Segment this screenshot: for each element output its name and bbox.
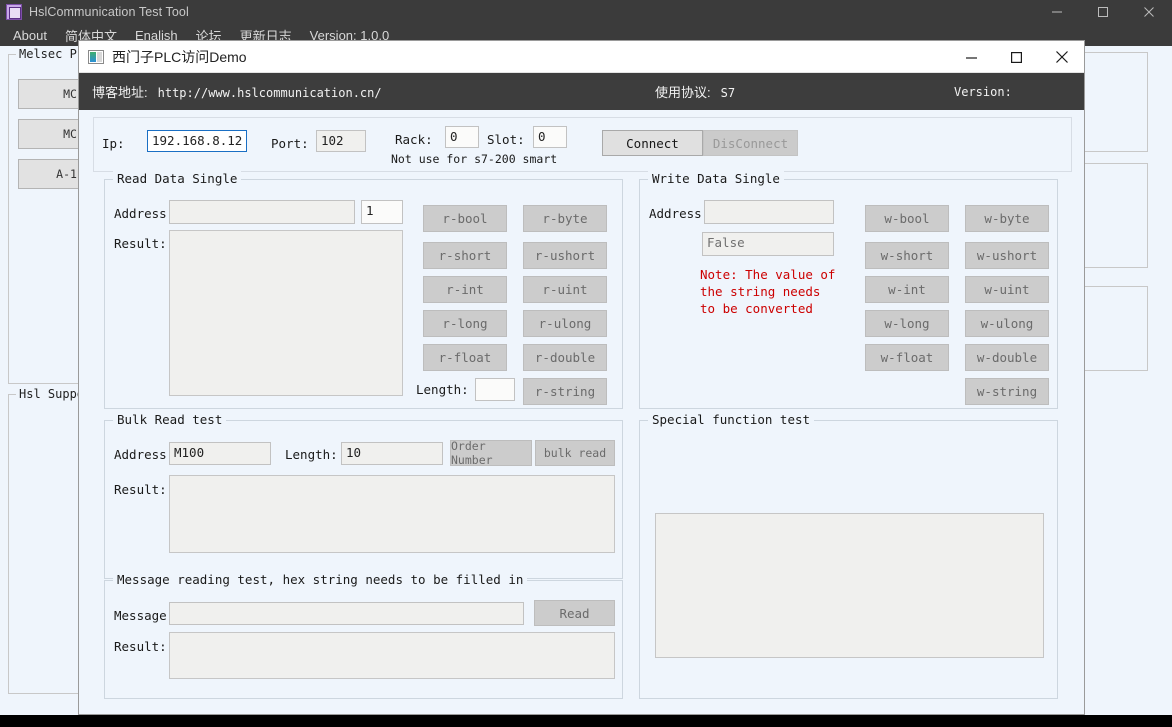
bulk-length-input[interactable]: 10 bbox=[341, 442, 443, 465]
main-window-title: HslCommunication Test Tool bbox=[29, 5, 189, 19]
message-reading-test-group: Message reading test, hex string needs t… bbox=[104, 572, 623, 699]
protocol-group: 使用协议: S7 bbox=[655, 82, 735, 101]
message-result-textarea[interactable] bbox=[169, 632, 615, 679]
rack-label: Rack: bbox=[395, 132, 433, 147]
w-float-button[interactable]: w-float bbox=[865, 344, 949, 371]
connect-button[interactable]: Connect bbox=[602, 130, 703, 156]
dialog-minimize-icon[interactable] bbox=[949, 41, 994, 73]
w-bool-button[interactable]: w-bool bbox=[865, 205, 949, 232]
bulk-result-textarea[interactable] bbox=[169, 475, 615, 553]
w-ulong-button[interactable]: w-ulong bbox=[965, 310, 1049, 337]
w-short-button[interactable]: w-short bbox=[865, 242, 949, 269]
w-int-button[interactable]: w-int bbox=[865, 276, 949, 303]
read-result-textarea[interactable] bbox=[169, 230, 403, 396]
read-result-label: Result: bbox=[114, 236, 167, 251]
read-length-label: Length: bbox=[416, 382, 469, 397]
w-byte-button[interactable]: w-byte bbox=[965, 205, 1049, 232]
w-ushort-button[interactable]: w-ushort bbox=[965, 242, 1049, 269]
rack-input[interactable]: 0 bbox=[445, 126, 479, 148]
write-data-single-title: Write Data Single bbox=[648, 171, 784, 186]
read-length-input[interactable] bbox=[475, 378, 515, 401]
special-function-test-title: Special function test bbox=[648, 412, 815, 427]
blog-address-group: 博客地址: http://www.hslcommunication.cn/ bbox=[79, 82, 382, 101]
w-string-button[interactable]: w-string bbox=[965, 378, 1049, 405]
disconnect-button[interactable]: DisConnect bbox=[703, 130, 798, 156]
read-data-single-title: Read Data Single bbox=[113, 171, 242, 186]
r-double-button[interactable]: r-double bbox=[523, 344, 607, 371]
r-bool-button[interactable]: r-bool bbox=[423, 205, 507, 232]
version-group: Version: bbox=[954, 85, 1022, 99]
bulk-length-label: Length: bbox=[285, 447, 338, 462]
connection-bar: Ip: 192.168.8.12 Port: 102 Rack: 0 Slot:… bbox=[93, 117, 1072, 172]
message-label: Message: bbox=[114, 608, 175, 623]
r-ushort-button[interactable]: r-ushort bbox=[523, 242, 607, 269]
dialog-close-icon[interactable] bbox=[1039, 41, 1084, 73]
write-data-single-group: Write Data Single Address: False Note: T… bbox=[639, 171, 1058, 409]
main-window-titlebar: HslCommunication Test Tool bbox=[0, 0, 1172, 24]
special-function-test-group: Special function test bbox=[639, 412, 1058, 699]
r-int-button[interactable]: r-int bbox=[423, 276, 507, 303]
slot-label: Slot: bbox=[487, 132, 525, 147]
close-icon[interactable] bbox=[1126, 0, 1172, 24]
r-byte-button[interactable]: r-byte bbox=[523, 205, 607, 232]
bulk-read-test-title: Bulk Read test bbox=[113, 412, 227, 427]
read-address-input[interactable] bbox=[169, 200, 355, 224]
bulk-address-input[interactable]: M100 bbox=[169, 442, 271, 465]
message-input[interactable] bbox=[169, 602, 524, 625]
bulk-result-label: Result: bbox=[114, 482, 167, 497]
menu-item-about[interactable]: About bbox=[4, 27, 56, 44]
dialog-titlebar: 西门子PLC访问Demo bbox=[79, 41, 1084, 73]
w-long-button[interactable]: w-long bbox=[865, 310, 949, 337]
ip-label: Ip: bbox=[102, 136, 125, 151]
r-string-button[interactable]: r-string bbox=[523, 378, 607, 405]
blog-address-value[interactable]: http://www.hslcommunication.cn/ bbox=[158, 86, 382, 100]
r-ulong-button[interactable]: r-ulong bbox=[523, 310, 607, 337]
message-read-button[interactable]: Read bbox=[534, 600, 615, 626]
bulk-read-test-group: Bulk Read test Address: M100 Length: 10 … bbox=[104, 412, 623, 579]
w-double-button[interactable]: w-double bbox=[965, 344, 1049, 371]
rack-slot-hint: Not use for s7-200 smart bbox=[391, 152, 558, 166]
write-address-input[interactable] bbox=[704, 200, 834, 224]
minimize-icon[interactable] bbox=[1034, 0, 1080, 24]
read-address-label: Address: bbox=[114, 206, 175, 221]
maximize-icon[interactable] bbox=[1080, 0, 1126, 24]
bulk-read-button[interactable]: bulk read bbox=[535, 440, 615, 466]
read-data-single-group: Read Data Single Address: 1 Result: r-bo… bbox=[104, 171, 623, 409]
r-long-button[interactable]: r-long bbox=[423, 310, 507, 337]
r-float-button[interactable]: r-float bbox=[423, 344, 507, 371]
protocol-value: S7 bbox=[720, 86, 736, 100]
protocol-label: 使用协议: bbox=[655, 85, 711, 100]
dialog-banner: 博客地址: http://www.hslcommunication.cn/ 使用… bbox=[79, 73, 1084, 110]
write-string-note: Note: The value of the string needs to b… bbox=[700, 267, 836, 316]
blog-address-label: 博客地址: bbox=[92, 85, 148, 100]
w-uint-button[interactable]: w-uint bbox=[965, 276, 1049, 303]
order-number-button[interactable]: Order Number bbox=[450, 439, 532, 467]
write-value-input[interactable]: False bbox=[702, 232, 834, 256]
message-result-label: Result: bbox=[114, 639, 167, 654]
port-input[interactable]: 102 bbox=[316, 130, 366, 152]
hsl-app-icon bbox=[6, 4, 22, 20]
slot-input[interactable]: 0 bbox=[533, 126, 567, 148]
bulk-address-label: Address: bbox=[114, 447, 175, 462]
special-function-textarea[interactable] bbox=[655, 513, 1044, 658]
dialog-window-controls bbox=[949, 41, 1084, 73]
read-count-input[interactable]: 1 bbox=[361, 200, 403, 224]
write-address-label: Address: bbox=[649, 206, 710, 221]
port-label: Port: bbox=[271, 136, 309, 151]
main-window-controls bbox=[1034, 0, 1172, 24]
version-label: Version: bbox=[954, 84, 1012, 99]
r-uint-button[interactable]: r-uint bbox=[523, 276, 607, 303]
dialog-title: 西门子PLC访问Demo bbox=[112, 48, 247, 65]
r-short-button[interactable]: r-short bbox=[423, 242, 507, 269]
dialog-maximize-icon[interactable] bbox=[994, 41, 1039, 73]
ip-input[interactable]: 192.168.8.12 bbox=[147, 130, 247, 152]
siemens-plc-demo-dialog: 西门子PLC访问Demo 博客地址: http://www.hslcommuni… bbox=[78, 40, 1085, 715]
app-window-icon bbox=[88, 49, 104, 64]
message-reading-test-title: Message reading test, hex string needs t… bbox=[113, 572, 528, 587]
